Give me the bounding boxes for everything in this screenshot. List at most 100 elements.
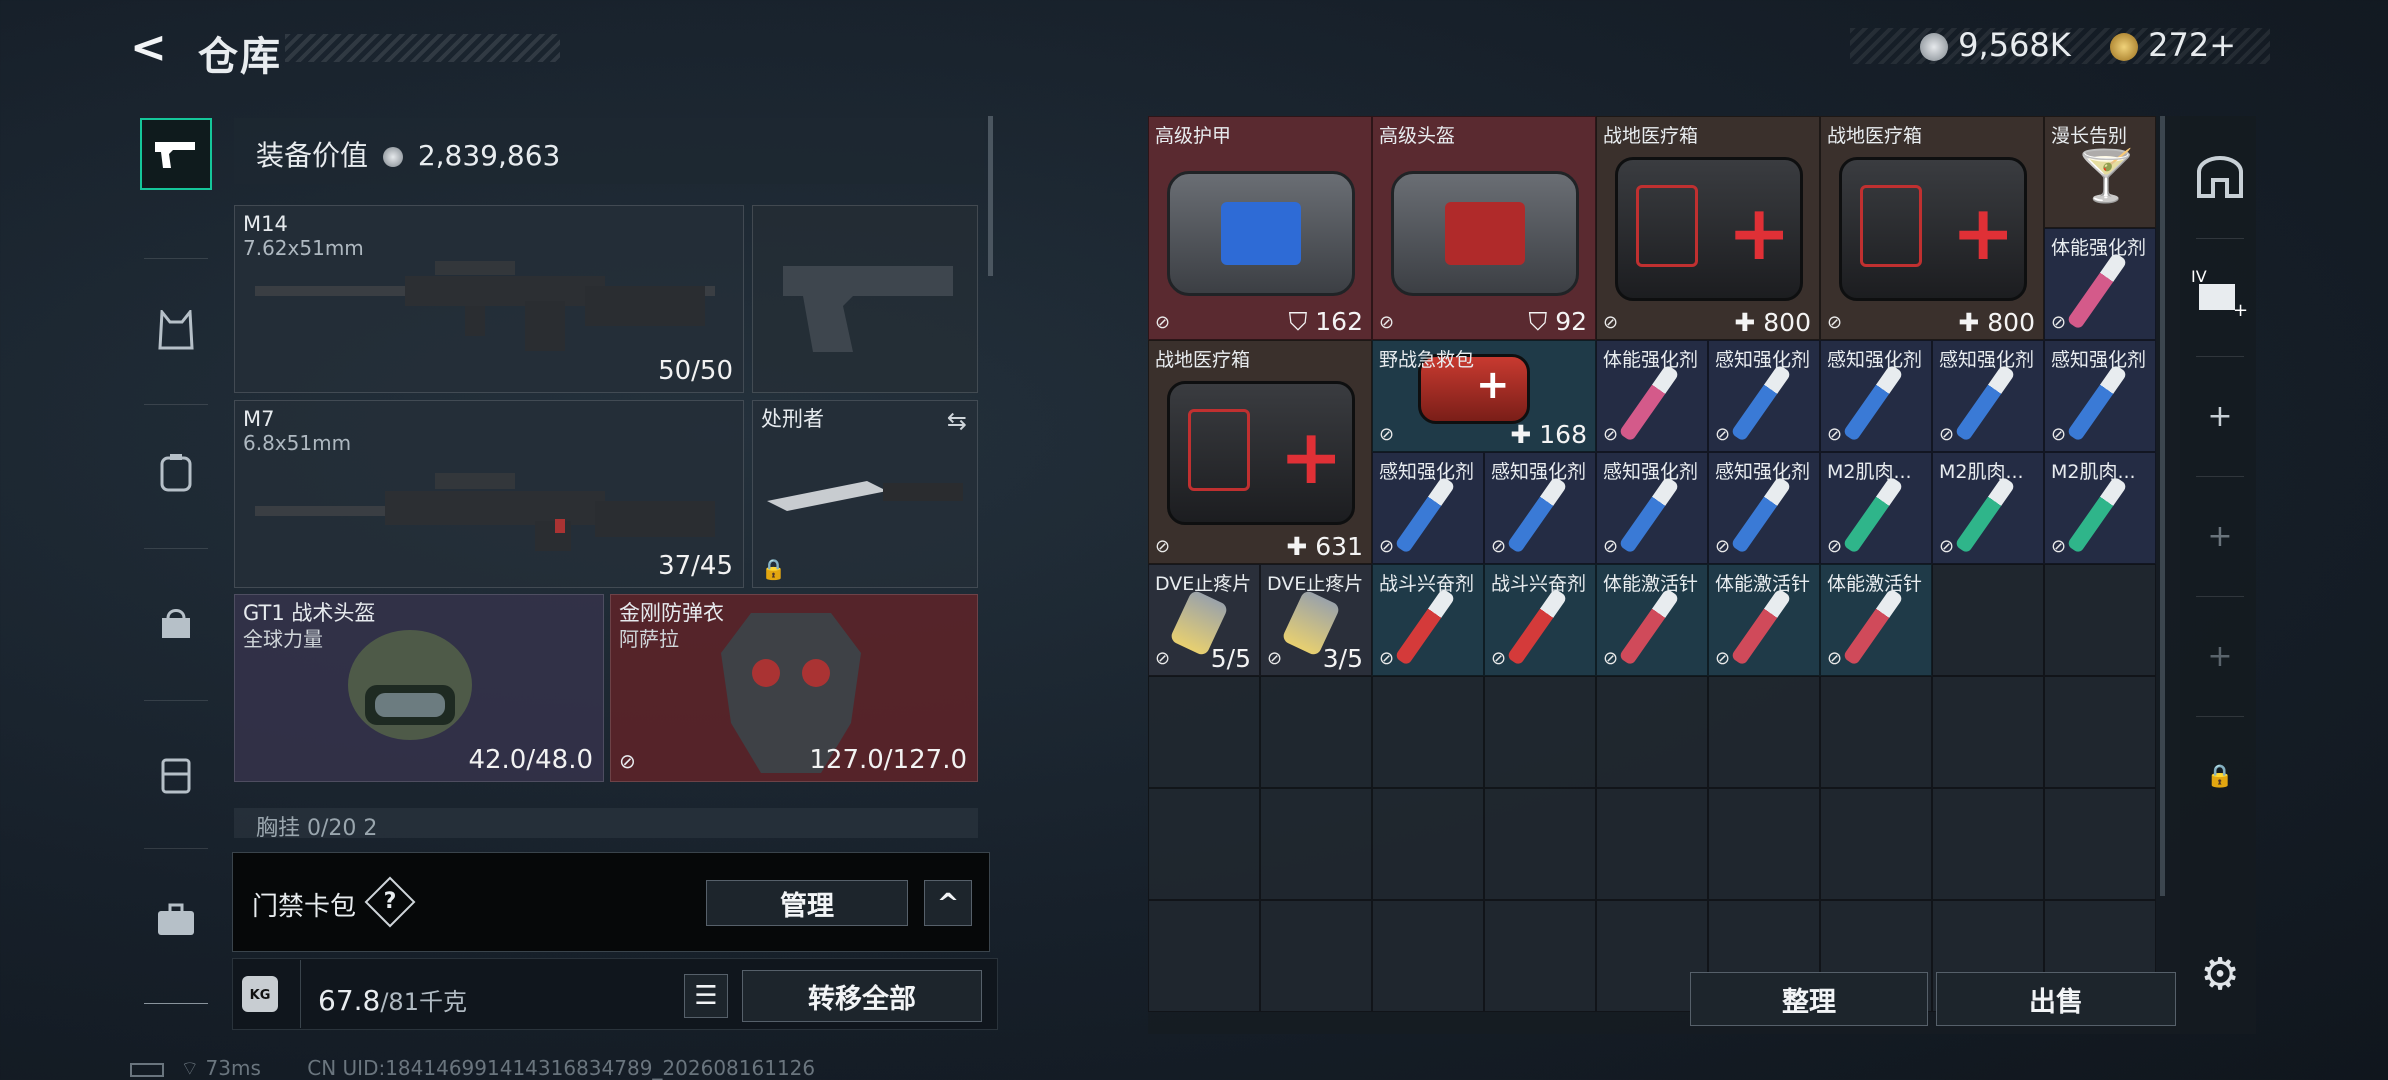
help-icon[interactable]: ? xyxy=(372,884,408,920)
stim-item[interactable]: 感知强化剂 ⊘ xyxy=(1596,452,1708,564)
stash-scrollbar[interactable] xyxy=(2160,116,2165,896)
tab-bag[interactable] xyxy=(140,588,212,660)
painkiller-item[interactable]: DVE止疼片 ⊘ 3/5 xyxy=(1260,564,1372,676)
item-value-number: 800 xyxy=(1987,308,2035,337)
list-icon[interactable]: ☰ xyxy=(684,974,728,1018)
syringe-image xyxy=(1394,588,1456,666)
syringe-image xyxy=(1730,476,1792,554)
no-insure-icon: ⊘ xyxy=(1379,648,1395,669)
safe-box-icon[interactable] xyxy=(2190,148,2250,208)
armor-slot[interactable]: 金刚防弹衣 阿萨拉 ⊘ 127.0/127.0 xyxy=(610,594,978,782)
field-medkit-item[interactable]: + 战地医疗箱 ⊘ ✚ 800 xyxy=(1820,116,2044,340)
tab-case[interactable] xyxy=(140,884,212,956)
stim-item[interactable]: 战斗兴奋剂 ⊘ xyxy=(1372,564,1484,676)
stim-item[interactable]: 体能激活针 ⊘ xyxy=(1820,564,1932,676)
tab-weapons[interactable] xyxy=(140,118,212,190)
first-aid-kit-item[interactable]: + 野战急救包 ⊘ ✚ 168 xyxy=(1372,340,1596,452)
empty-stash-cell[interactable] xyxy=(1708,676,1820,788)
secondary-weapon-slot[interactable]: M7 6.8x51mm 37/45 xyxy=(234,400,744,588)
empty-stash-cell[interactable] xyxy=(1708,788,1820,900)
settings-gear-icon[interactable]: ⚙ xyxy=(2190,944,2250,1004)
helmet-slot[interactable]: GT1 战术头盔 全球力量 42.0/48.0 xyxy=(234,594,604,782)
advanced-armor-item[interactable]: 高级护甲 ⊘ ⛉ 162 xyxy=(1148,116,1372,340)
empty-stash-cell[interactable] xyxy=(1932,788,2044,900)
field-medkit-item[interactable]: + 战地医疗箱 ⊘ ✚ 800 xyxy=(1596,116,1820,340)
stim-item[interactable]: M2肌肉... ⊘ xyxy=(1820,452,1932,564)
item-name: 感知强化剂 xyxy=(1715,349,1811,371)
empty-stash-cell[interactable] xyxy=(1932,676,2044,788)
empty-stash-cell[interactable] xyxy=(1260,676,1372,788)
stim-item[interactable]: 体能强化剂 ⊘ xyxy=(2044,228,2156,340)
advanced-helmet-item[interactable]: 高级头盔 ⊘ ⛉ 92 xyxy=(1372,116,1596,340)
empty-stash-cell[interactable] xyxy=(2044,564,2156,676)
plus-icon[interactable]: + xyxy=(2190,386,2250,446)
empty-stash-cell[interactable] xyxy=(1820,788,1932,900)
stim-item[interactable]: 感知强化剂 ⊘ xyxy=(1484,452,1596,564)
stim-item[interactable]: 战斗兴奋剂 ⊘ xyxy=(1484,564,1596,676)
painkiller-item[interactable]: DVE止疼片 ⊘ 5/5 xyxy=(1148,564,1260,676)
plus-icon[interactable]: + xyxy=(2190,626,2250,686)
stim-item[interactable]: 体能激活针 ⊘ xyxy=(1708,564,1820,676)
gold-plus[interactable]: + xyxy=(2209,26,2236,64)
chest-rig-row[interactable]: 胸挂 0/20 2 xyxy=(234,808,978,838)
empty-stash-cell[interactable] xyxy=(1148,788,1260,900)
sort-button[interactable]: 整理 xyxy=(1690,972,1928,1026)
stim-item[interactable]: M2肌肉... ⊘ xyxy=(2044,452,2156,564)
no-insure-icon: ⊘ xyxy=(1715,424,1731,445)
manage-button[interactable]: 管理 xyxy=(706,880,908,926)
item-value: ✚ 800 xyxy=(1958,308,2035,337)
lock-icon: 🔒 xyxy=(761,557,786,581)
empty-stash-cell[interactable] xyxy=(1372,788,1484,900)
stim-item[interactable]: 感知强化剂 ⊘ xyxy=(2044,340,2156,452)
stim-item[interactable]: 感知强化剂 ⊘ xyxy=(1820,340,1932,452)
medkit-image: + xyxy=(1838,157,2028,301)
empty-stash-cell[interactable] xyxy=(1372,676,1484,788)
empty-stash-cell[interactable] xyxy=(1372,900,1484,1012)
stim-item[interactable]: 感知强化剂 ⊘ xyxy=(1708,452,1820,564)
card-pack-iv-icon[interactable]: IV + xyxy=(2190,262,2250,322)
field-medkit-item[interactable]: + 战地医疗箱 ⊘ ✚ 631 xyxy=(1148,340,1372,564)
empty-stash-cell[interactable] xyxy=(1148,900,1260,1012)
empty-stash-cell[interactable] xyxy=(1484,676,1596,788)
empty-stash-cell[interactable] xyxy=(1596,676,1708,788)
plus-icon[interactable]: + xyxy=(2190,506,2250,566)
tab-chest-rig[interactable] xyxy=(140,738,212,810)
primary-weapon-slot[interactable]: M14 7.62x51mm 50/50 xyxy=(234,205,744,393)
tab-armor[interactable] xyxy=(140,294,212,366)
empty-stash-cell[interactable] xyxy=(1260,788,1372,900)
item-name: 体能激活针 xyxy=(1827,573,1923,595)
stim-item[interactable]: 感知强化剂 ⊘ xyxy=(1708,340,1820,452)
stim-item[interactable]: 感知强化剂 ⊘ xyxy=(1372,452,1484,564)
item-name: 高级头盔 xyxy=(1379,125,1456,147)
stim-item[interactable]: 感知强化剂 ⊘ xyxy=(1932,340,2044,452)
gold-currency[interactable]: 272+ xyxy=(2110,26,2236,64)
melee-slot[interactable]: 处刑者 ⇆ 🔒 xyxy=(752,400,978,588)
empty-stash-cell[interactable] xyxy=(1260,900,1372,1012)
transfer-all-button[interactable]: 转移全部 xyxy=(742,970,982,1022)
item-name: 战斗兴奋剂 xyxy=(1379,573,1475,595)
stim-item[interactable]: 体能强化剂 ⊘ xyxy=(1596,340,1708,452)
empty-stash-cell[interactable] xyxy=(1484,788,1596,900)
empty-stash-cell[interactable] xyxy=(1932,564,2044,676)
empty-stash-cell[interactable] xyxy=(1148,676,1260,788)
empty-stash-cell[interactable] xyxy=(2044,676,2156,788)
pistol-slot[interactable] xyxy=(752,205,978,393)
m7-rifle-image xyxy=(255,473,715,551)
swap-icon[interactable]: ⇆ xyxy=(947,407,967,435)
tab-backpack[interactable] xyxy=(140,436,212,508)
left-scrollbar[interactable] xyxy=(988,116,993,276)
stim-item[interactable]: 体能激活针 ⊘ xyxy=(1596,564,1708,676)
empty-stash-cell[interactable] xyxy=(1484,900,1596,1012)
no-insure-icon: ⊘ xyxy=(619,749,636,773)
back-chevron-icon[interactable]: < xyxy=(130,26,174,70)
long-farewell-item[interactable]: 🍸 漫长告别 xyxy=(2044,116,2156,228)
stim-item[interactable]: M2肌肉... ⊘ xyxy=(1932,452,2044,564)
empty-stash-cell[interactable] xyxy=(1820,676,1932,788)
knife-image xyxy=(767,481,963,511)
sell-button[interactable]: 出售 xyxy=(1936,972,2176,1026)
collapse-button[interactable]: ^ xyxy=(924,880,972,926)
empty-stash-cell[interactable] xyxy=(2044,788,2156,900)
empty-stash-cell[interactable] xyxy=(1596,788,1708,900)
item-value: ⛉ 162 xyxy=(1288,307,1363,336)
no-insure-icon: ⊘ xyxy=(1939,424,1955,445)
